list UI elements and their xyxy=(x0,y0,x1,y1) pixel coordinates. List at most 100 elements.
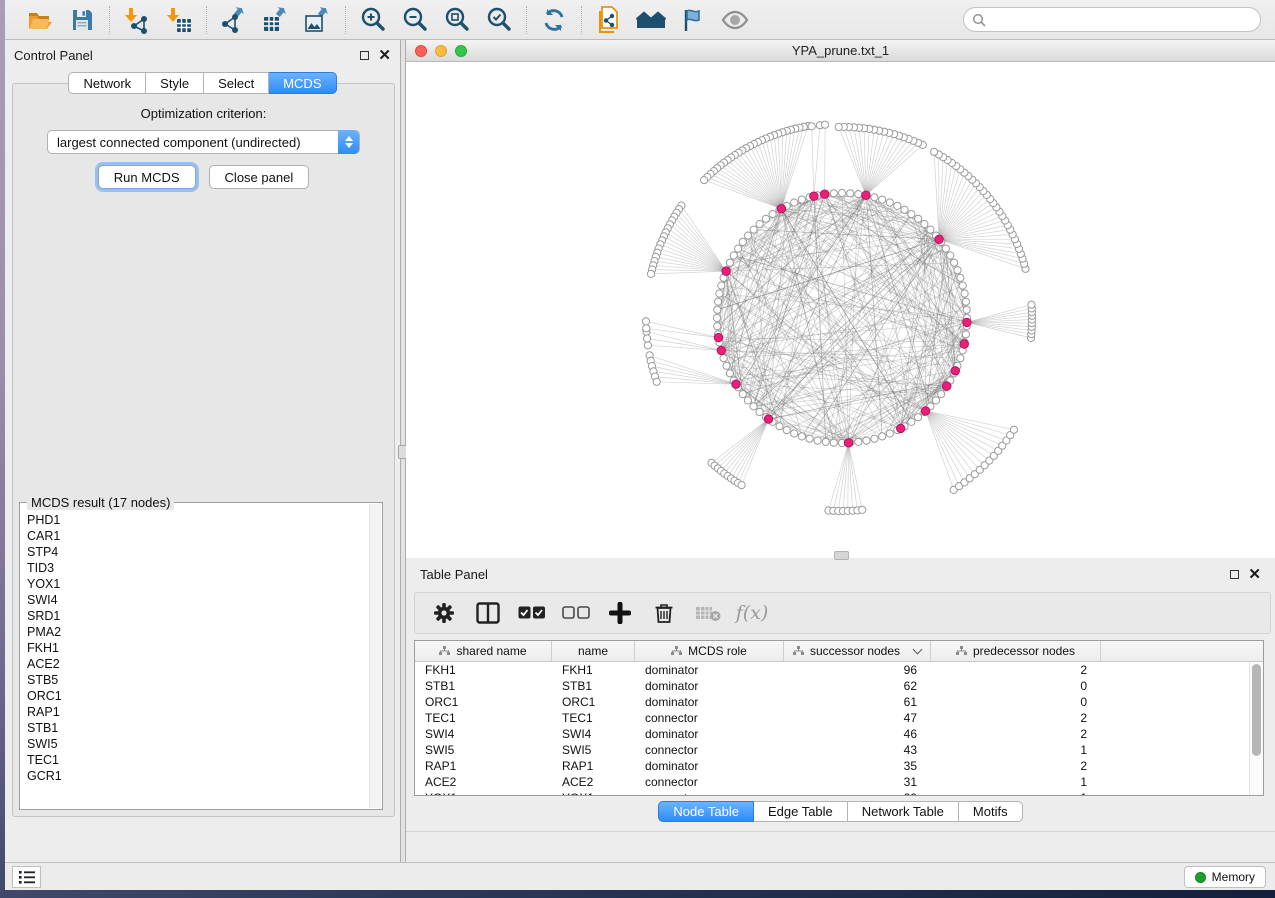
table-row[interactable]: STB1STB1dominator620 xyxy=(415,678,1263,694)
table-row[interactable]: ORC1ORC1dominator610 xyxy=(415,694,1263,710)
tab-node-table[interactable]: Node Table xyxy=(658,801,754,822)
task-history-button[interactable] xyxy=(12,866,41,888)
mcds-result-node[interactable]: TEC1 xyxy=(27,752,369,768)
zoom-fit-icon xyxy=(443,6,471,34)
search-input[interactable] xyxy=(963,7,1261,32)
zoom-selected-button[interactable] xyxy=(482,5,516,35)
mcds-result-node[interactable]: SWI5 xyxy=(27,736,369,752)
unchecked-boxes-icon xyxy=(562,606,590,620)
table-row[interactable]: YOX1YOX1connector291 xyxy=(415,790,1263,796)
table-row[interactable]: ACE2ACE2connector311 xyxy=(415,774,1263,790)
table-row[interactable]: RAP1RAP1dominator352 xyxy=(415,758,1263,774)
close-table-panel-icon[interactable]: ✕ xyxy=(1248,570,1261,579)
table-body[interactable]: FKH1FKH1dominator962STB1STB1dominator620… xyxy=(415,662,1263,796)
mcds-result-title: MCDS result (17 nodes) xyxy=(27,495,174,510)
control-panel: Control Panel ✕ Network Style Select MCD… xyxy=(5,40,400,862)
tab-edge-table[interactable]: Edge Table xyxy=(754,801,848,822)
mcds-result-node[interactable]: CAR1 xyxy=(27,528,369,544)
table-row[interactable]: SWI4SWI4dominator462 xyxy=(415,726,1263,742)
table-row[interactable]: FKH1FKH1dominator962 xyxy=(415,662,1263,678)
zoom-in-button[interactable] xyxy=(356,5,390,35)
hierarchy-icon xyxy=(956,646,967,656)
mcds-result-node[interactable]: PHD1 xyxy=(27,512,369,528)
open-folder-button[interactable] xyxy=(23,5,57,35)
tab-network-table[interactable]: Network Table xyxy=(848,801,959,822)
split-columns-button[interactable] xyxy=(473,598,503,628)
mcds-result-node[interactable]: SRD1 xyxy=(27,608,369,624)
network-view: YPA_prune.txt_1 xyxy=(406,40,1275,558)
horizontal-splitter-grip[interactable] xyxy=(834,551,849,560)
mcds-result-node[interactable]: YOX1 xyxy=(27,576,369,592)
column-header-successor-nodes[interactable]: successor nodes xyxy=(784,641,931,661)
column-header-predecessor-nodes[interactable]: predecessor nodes xyxy=(931,641,1101,661)
tab-select[interactable]: Select xyxy=(204,72,269,94)
column-header-shared-name[interactable]: shared name xyxy=(415,641,552,661)
criterion-selected-value: largest connected component (undirected) xyxy=(57,135,301,150)
column-header-MCDS-role[interactable]: MCDS role xyxy=(635,641,784,661)
hide-panel-button[interactable] xyxy=(676,5,710,35)
mcds-result-node[interactable]: TID3 xyxy=(27,560,369,576)
float-panel-icon[interactable] xyxy=(360,51,369,60)
zoom-out-button[interactable] xyxy=(398,5,432,35)
zoom-fit-button[interactable] xyxy=(440,5,474,35)
import-table-button[interactable] xyxy=(162,5,196,35)
save-button[interactable] xyxy=(65,5,99,35)
control-panel-header: Control Panel ✕ xyxy=(5,40,400,70)
export-image-button[interactable] xyxy=(301,5,335,35)
mcds-result-node[interactable]: ORC1 xyxy=(27,688,369,704)
apply-layout-button[interactable] xyxy=(537,5,571,35)
delete-table-icon xyxy=(695,604,721,622)
table-scrollbar[interactable] xyxy=(1249,662,1263,795)
show-networks-button[interactable] xyxy=(634,5,668,35)
show-hidden-button[interactable] xyxy=(718,5,752,35)
export-table-button[interactable] xyxy=(259,5,293,35)
network-title: YPA_prune.txt_1 xyxy=(406,43,1275,58)
table-row[interactable]: TEC1TEC1connector472 xyxy=(415,710,1263,726)
select-all-button[interactable] xyxy=(517,598,547,628)
tab-motifs[interactable]: Motifs xyxy=(959,801,1023,822)
add-column-button[interactable] xyxy=(605,598,635,628)
network-canvas[interactable] xyxy=(406,62,1275,558)
tab-mcds[interactable]: MCDS xyxy=(269,72,336,94)
document-share-icon xyxy=(596,6,622,34)
mcds-result-node[interactable]: RAP1 xyxy=(27,704,369,720)
control-panel-tabs: Network Style Select MCDS xyxy=(5,72,400,94)
mcds-result-node[interactable]: STB1 xyxy=(27,720,369,736)
mcds-result-scrollbar[interactable] xyxy=(369,504,381,808)
delete-table-button xyxy=(693,598,723,628)
table-panel-divider xyxy=(406,831,1275,832)
import-network-icon xyxy=(123,6,151,34)
close-panel-icon[interactable]: ✕ xyxy=(378,51,391,60)
delete-button[interactable] xyxy=(649,598,679,628)
deselect-all-button[interactable] xyxy=(561,598,591,628)
column-header-name[interactable]: name xyxy=(552,641,635,661)
export-network-button[interactable] xyxy=(217,5,251,35)
mcds-result-list[interactable]: PHD1CAR1STP4TID3YOX1SWI4SRD1PMA2FKH1ACE2… xyxy=(27,512,369,807)
main-toolbar xyxy=(5,0,1275,40)
mcds-result-node[interactable]: STP4 xyxy=(27,544,369,560)
mcds-result-node[interactable]: GCR1 xyxy=(27,768,369,784)
float-table-panel-icon[interactable] xyxy=(1230,570,1239,579)
table-scrollbar-thumb[interactable] xyxy=(1252,664,1261,756)
close-panel-button[interactable]: Close panel xyxy=(209,165,310,189)
checked-boxes-icon xyxy=(518,606,546,620)
mcds-result-node[interactable]: FKH1 xyxy=(27,640,369,656)
mcds-tab-content: Optimization criterion: largest connecte… xyxy=(12,83,395,817)
memory-label: Memory xyxy=(1212,870,1255,884)
gear-button[interactable] xyxy=(429,598,459,628)
split-columns-icon xyxy=(476,602,500,624)
table-row[interactable]: SWI5SWI5connector431 xyxy=(415,742,1263,758)
mcds-result-node[interactable]: SWI4 xyxy=(27,592,369,608)
criterion-select[interactable]: largest connected component (undirected) xyxy=(47,130,360,154)
select-stepper xyxy=(338,130,359,154)
mcds-result-node[interactable]: ACE2 xyxy=(27,656,369,672)
import-network-button[interactable] xyxy=(120,5,154,35)
tab-style[interactable]: Style xyxy=(146,72,204,94)
mcds-result-node[interactable]: STB5 xyxy=(27,672,369,688)
run-mcds-button[interactable]: Run MCDS xyxy=(98,165,196,189)
clone-network-button[interactable] xyxy=(592,5,626,35)
tab-network[interactable]: Network xyxy=(68,72,146,94)
memory-button[interactable]: Memory xyxy=(1184,866,1266,888)
mcds-result-node[interactable]: PMA2 xyxy=(27,624,369,640)
network-graph[interactable] xyxy=(406,62,1275,558)
